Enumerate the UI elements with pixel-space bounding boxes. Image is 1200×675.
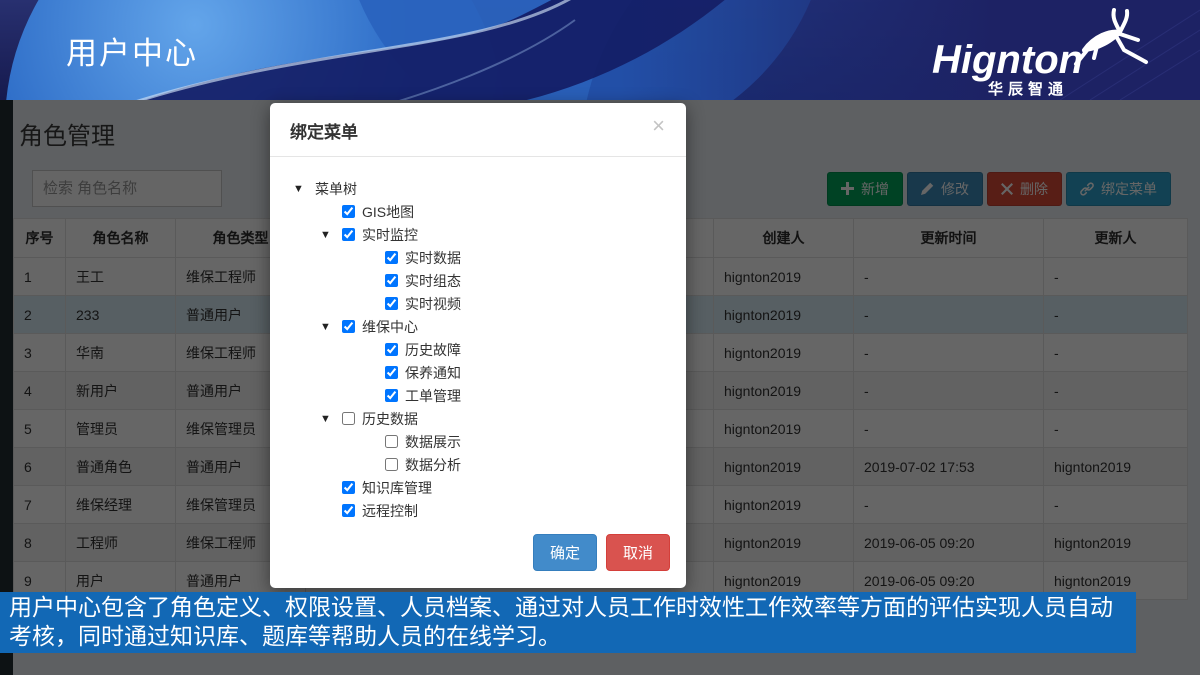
tree-checkbox[interactable] <box>342 205 355 218</box>
tree-row: 实时视频 <box>290 292 666 315</box>
tree-checkbox[interactable] <box>385 458 398 471</box>
tree-label[interactable]: 实时数据 <box>405 248 461 268</box>
modal-header: 绑定菜单 × <box>270 103 686 157</box>
tree-row: GIS地图 <box>290 200 666 223</box>
tree-checkbox[interactable] <box>385 389 398 402</box>
tree-row: 保养通知 <box>290 361 666 384</box>
tree-label[interactable]: 保养通知 <box>405 363 461 383</box>
tree-label[interactable]: 实时组态 <box>405 271 461 291</box>
tree-checkbox[interactable] <box>342 481 355 494</box>
cancel-button[interactable]: 取消 <box>606 534 670 571</box>
tree-label[interactable]: 工单管理 <box>405 386 461 406</box>
app-header: 用户中心 Hignton 华辰智通 <box>0 0 1200 100</box>
caret-down-icon[interactable]: ▼ <box>320 321 334 333</box>
tree-label[interactable]: 数据展示 <box>405 432 461 452</box>
tree-row: 实时组态 <box>290 269 666 292</box>
page-title: 用户中心 <box>66 28 198 73</box>
tree-checkbox[interactable] <box>385 366 398 379</box>
tree-label[interactable]: 知识库管理 <box>362 478 432 498</box>
tree-checkbox[interactable] <box>342 320 355 333</box>
tree-row: ▼ 实时监控 <box>290 223 666 246</box>
tree-label[interactable]: 数据分析 <box>405 455 461 475</box>
tree-checkbox[interactable] <box>385 297 398 310</box>
tree-row: ▼ 菜单树 <box>290 177 666 200</box>
tree-row: 工单管理 <box>290 384 666 407</box>
tree-label[interactable]: GIS地图 <box>362 202 414 222</box>
tree-checkbox[interactable] <box>385 251 398 264</box>
modal-footer: 确定 取消 <box>533 534 670 571</box>
menu-tree: ▼ 菜单树 GIS地图 ▼ 实时监控 实时数据 实时组态 <box>270 157 686 522</box>
tree-label[interactable]: 维保中心 <box>362 317 418 337</box>
tree-label[interactable]: 实时监控 <box>362 225 418 245</box>
app-window: 用户中心 Hignton 华辰智通 角色管理 <box>0 0 1200 675</box>
tree-checkbox[interactable] <box>385 274 398 287</box>
tree-row: ▼ 维保中心 <box>290 315 666 338</box>
tree-checkbox[interactable] <box>342 412 355 425</box>
tree-checkbox[interactable] <box>342 228 355 241</box>
footer-note-banner: 用户中心包含了角色定义、权限设置、人员档案、通过对人员工作时效性工作效率等方面的… <box>0 592 1136 653</box>
tree-label[interactable]: 实时视频 <box>405 294 461 314</box>
tree-label[interactable]: 菜单树 <box>315 179 357 199</box>
tree-label[interactable]: 历史数据 <box>362 409 418 429</box>
tree-row: 远程控制 <box>290 499 666 522</box>
brand-name: Hignton <box>932 38 1083 83</box>
tree-row: 数据展示 <box>290 430 666 453</box>
tree-checkbox[interactable] <box>385 343 398 356</box>
close-icon[interactable]: × <box>646 114 671 138</box>
tree-row: 知识库管理 <box>290 476 666 499</box>
modal-title: 绑定菜单 <box>290 123 358 142</box>
tree-row: 实时数据 <box>290 246 666 269</box>
caret-down-icon[interactable]: ▼ <box>320 229 334 241</box>
brand-subtitle: 华辰智通 <box>988 78 1068 99</box>
tree-label[interactable]: 远程控制 <box>362 501 418 521</box>
tree-checkbox[interactable] <box>385 435 398 448</box>
tree-checkbox[interactable] <box>342 504 355 517</box>
tree-row: 历史故障 <box>290 338 666 361</box>
caret-down-icon[interactable]: ▼ <box>320 413 334 425</box>
tree-row: ▼ 历史数据 <box>290 407 666 430</box>
brand-logo: Hignton 华辰智通 <box>932 4 1142 98</box>
tree-label[interactable]: 历史故障 <box>405 340 461 360</box>
bind-menu-modal: 绑定菜单 × ▼ 菜单树 GIS地图 ▼ 实时监控 实时数据 <box>270 103 686 588</box>
tree-row: 数据分析 <box>290 453 666 476</box>
caret-down-icon[interactable]: ▼ <box>293 183 307 195</box>
confirm-button[interactable]: 确定 <box>533 534 597 571</box>
